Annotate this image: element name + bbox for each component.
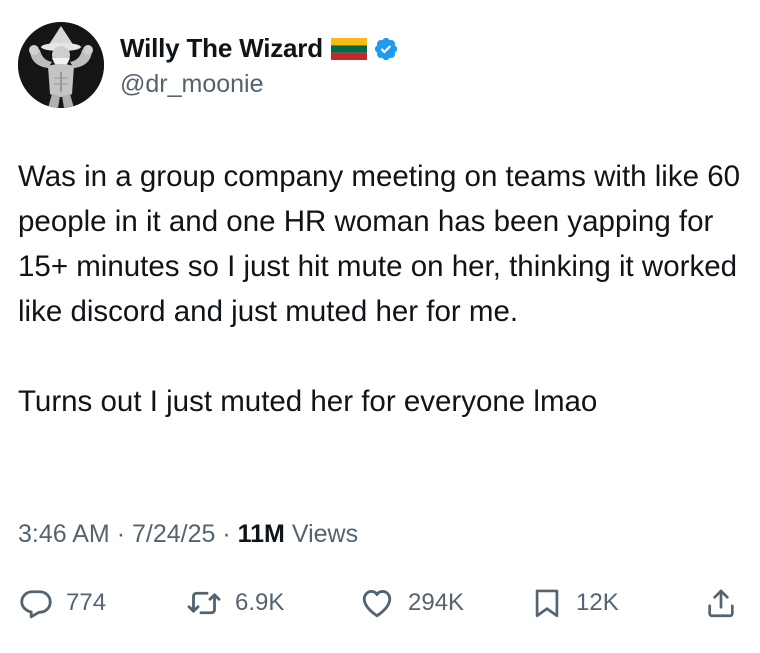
share-button[interactable] bbox=[704, 578, 738, 628]
heart-icon bbox=[358, 585, 396, 621]
views-count[interactable]: 11M bbox=[238, 520, 285, 548]
verified-badge-icon[interactable] bbox=[373, 36, 399, 62]
tweet-text: Was in a group company meeting on teams … bbox=[18, 154, 743, 424]
bookmark-button[interactable]: 12K bbox=[530, 578, 619, 628]
repost-count: 6.9K bbox=[235, 589, 285, 616]
reply-bubble-icon bbox=[18, 585, 54, 621]
reply-button[interactable]: 774 bbox=[18, 578, 106, 628]
name-row: Willy The Wizard bbox=[120, 32, 399, 66]
repost-button[interactable]: 6.9K bbox=[185, 578, 284, 628]
display-name[interactable]: Willy The Wizard bbox=[120, 33, 323, 64]
tweet-actions: 774 6.9K 294K 12K bbox=[18, 578, 740, 628]
meta-separator: · bbox=[116, 520, 126, 548]
lithuania-flag-icon bbox=[330, 37, 367, 60]
tweet-date[interactable]: 7/24/25 bbox=[132, 520, 215, 548]
user-avatar[interactable] bbox=[18, 22, 104, 108]
views-label[interactable]: Views bbox=[292, 520, 358, 548]
like-count: 294K bbox=[408, 589, 465, 616]
bodybuilder-wizard-avatar-icon bbox=[18, 22, 104, 108]
bookmark-count: 12K bbox=[576, 589, 619, 616]
share-upload-icon bbox=[704, 585, 738, 621]
bookmark-icon bbox=[530, 585, 564, 621]
repost-icon bbox=[185, 585, 223, 621]
tweet-paragraph: Was in a group company meeting on teams … bbox=[18, 160, 741, 328]
tweet-paragraph: Turns out I just muted her for everyone … bbox=[18, 385, 598, 418]
user-names: Willy The Wizard @dr_moonie bbox=[120, 32, 399, 99]
user-handle[interactable]: @dr_moonie bbox=[120, 70, 399, 99]
reply-count: 774 bbox=[66, 589, 107, 616]
meta-separator: · bbox=[222, 520, 231, 548]
like-button[interactable]: 294K bbox=[358, 578, 464, 628]
tweet-time[interactable]: 3:46 AM bbox=[18, 520, 110, 548]
tweet-meta: 3:46 AM · 7/24/25 · 11M Views bbox=[18, 520, 358, 549]
tweet-header: Willy The Wizard @dr_moonie bbox=[18, 22, 399, 108]
